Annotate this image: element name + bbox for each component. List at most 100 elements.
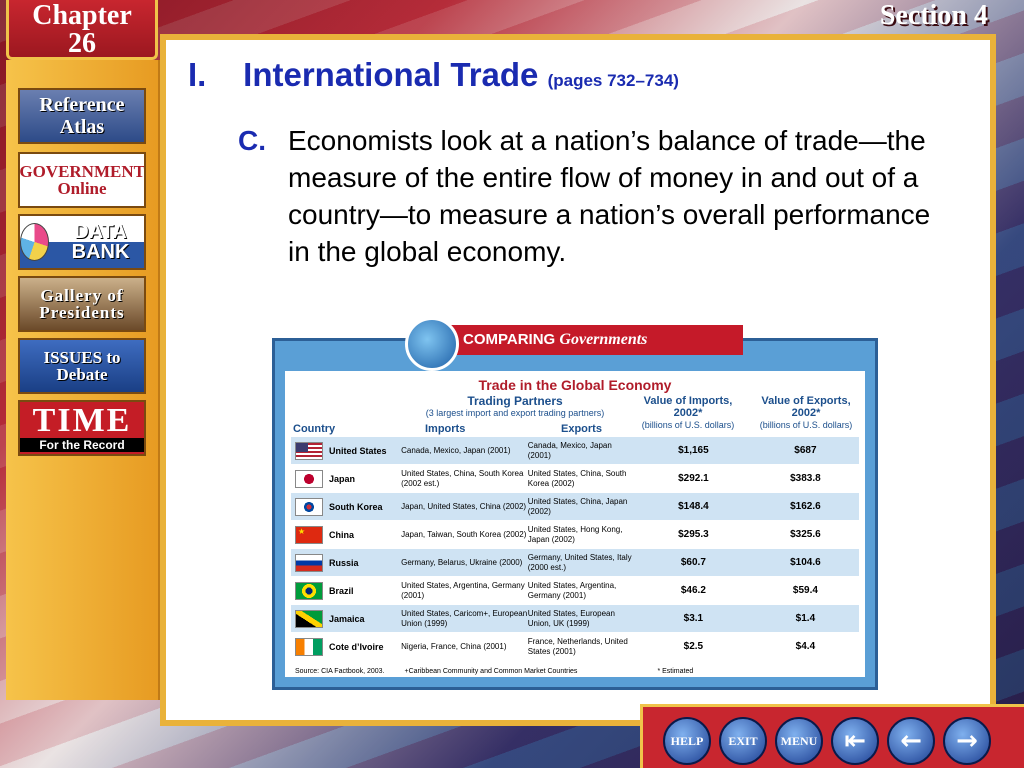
us-flag-icon bbox=[295, 441, 323, 460]
table-row: Russia Germany, Belarus, Ukraine (2000) … bbox=[291, 549, 859, 577]
exports-cell: United States, Hong Kong, Japan (2002) bbox=[527, 524, 623, 544]
first-slide-icon[interactable]: ⇤ bbox=[831, 717, 879, 765]
country-name: Japan bbox=[329, 473, 356, 484]
imports-cell: Japan, United States, China (2002) bbox=[401, 501, 527, 511]
exports-cell: Canada, Mexico, Japan (2001) bbox=[527, 440, 612, 460]
badge-label: COMPARING bbox=[463, 331, 556, 348]
data-bank-button[interactable]: DATA BANK bbox=[18, 214, 146, 270]
chapter-label: Chapter bbox=[32, 0, 132, 31]
value-imports-cell: $3.1 bbox=[683, 613, 704, 624]
caricom-note: +Caribbean Community and Common Market C… bbox=[404, 668, 578, 675]
pie-chart-icon bbox=[20, 223, 50, 261]
imports-cell: United States, Argentina, Germany (2001) bbox=[401, 580, 525, 600]
point-text: Economists look at a nation’s balance of… bbox=[288, 125, 931, 267]
value-exports-cell: $1.4 bbox=[795, 613, 816, 624]
col-value-exports: Value of Exports, 2002* bbox=[761, 395, 851, 419]
issues-to-debate-button[interactable]: ISSUES to Debate bbox=[18, 338, 146, 394]
value-exports-cell: $687 bbox=[794, 445, 817, 456]
trade-table: Trade in the Global Economy Country Trad… bbox=[285, 371, 865, 677]
source-note: Source: CIA Factbook, 2003. bbox=[295, 668, 385, 675]
value-exports-cell: $162.6 bbox=[790, 501, 821, 512]
value-exports-cell: $59.4 bbox=[792, 585, 818, 596]
sidebar-item-label: Gallery of Presidents bbox=[39, 286, 125, 322]
table-row: Brazil United States, Argentina, Germany… bbox=[291, 577, 859, 605]
chapter-number: 26 bbox=[68, 28, 96, 59]
government-online-button[interactable]: GOVERNMENT Online bbox=[18, 152, 146, 208]
imports-cell: Germany, Belarus, Ukraine (2000) bbox=[401, 557, 523, 567]
country-name: Brazil bbox=[329, 585, 354, 596]
navigation-bar: HELP EXIT MENU ⇤ ← → bbox=[640, 704, 1024, 768]
value-exports-cell: $325.6 bbox=[790, 529, 821, 540]
country-name: China bbox=[329, 529, 355, 540]
gallery-of-presidents-button[interactable]: Gallery of Presidents bbox=[18, 276, 146, 332]
value-exports-cell: $383.8 bbox=[790, 473, 821, 484]
trade-table-graphic: COMPARING Governments Trade in the Globa… bbox=[272, 317, 878, 690]
exports-cell: Germany, United States, Italy (2000 est.… bbox=[527, 552, 632, 572]
value-imports-cell: $2.5 bbox=[683, 641, 704, 652]
globe-icon bbox=[405, 317, 459, 371]
badge-banner: COMPARING Governments bbox=[433, 325, 743, 355]
sidebar-item-label: Reference Atlas bbox=[39, 94, 125, 138]
chapter-tab: Chapter 26 bbox=[6, 0, 158, 60]
estimated-note: * Estimated bbox=[657, 668, 694, 675]
col-exports: Exports bbox=[561, 423, 602, 435]
col-value-imports: Value of Imports, 2002* bbox=[643, 395, 733, 419]
imports-cell: Canada, Mexico, Japan (2001) bbox=[401, 445, 511, 455]
point-c: C. Economists look at a nation’s balance… bbox=[238, 122, 938, 270]
col-value-exports-sub: (billions of U.S. dollars) bbox=[759, 420, 853, 430]
table-row: Jamaica United States, Caricom+, Europea… bbox=[291, 605, 859, 633]
value-imports-cell: $1,165 bbox=[678, 445, 709, 456]
value-imports-cell: $46.2 bbox=[680, 585, 706, 596]
sidebar-item-sublabel: For the Record bbox=[20, 438, 144, 452]
exports-cell: France, Netherlands, United States (2001… bbox=[527, 636, 628, 656]
exports-cell: United States, European Union, UK (1999) bbox=[527, 608, 615, 628]
jamaica-flag-icon bbox=[295, 609, 323, 628]
previous-arrow-icon[interactable]: ← bbox=[887, 717, 935, 765]
section-label: Section 4 bbox=[879, 0, 988, 31]
heading-text: International Trade bbox=[243, 56, 539, 93]
country-name: South Korea bbox=[329, 501, 383, 512]
help-button[interactable]: HELP bbox=[663, 717, 711, 765]
china-flag-icon: ★ bbox=[295, 525, 323, 544]
country-name: United States bbox=[329, 445, 387, 456]
table-row: South Korea Japan, United States, China … bbox=[291, 493, 859, 521]
japan-flag-icon bbox=[295, 469, 323, 488]
imports-cell: Japan, Taiwan, South Korea (2002) bbox=[401, 529, 527, 539]
table-row: Cote d’Ivoire Nigeria, France, China (20… bbox=[291, 633, 859, 661]
south-korea-flag-icon bbox=[295, 497, 323, 516]
exit-button[interactable]: EXIT bbox=[719, 717, 767, 765]
col-partners: Trading Partners bbox=[467, 394, 563, 408]
table-row: ★ China Japan, Taiwan, South Korea (2002… bbox=[291, 521, 859, 549]
value-imports-cell: $148.4 bbox=[678, 501, 709, 512]
sidebar: Reference Atlas GOVERNMENT Online DATA B… bbox=[6, 60, 161, 700]
sidebar-item-label: GOVERNMENT Online bbox=[19, 162, 145, 198]
brazil-flag-icon bbox=[295, 581, 323, 600]
cote-divoire-flag-icon bbox=[295, 637, 323, 656]
table-title: Trade in the Global Economy bbox=[478, 377, 672, 393]
table-body: United States Canada, Mexico, Japan (200… bbox=[291, 437, 859, 661]
heading-number: I. bbox=[188, 56, 207, 93]
point-letter: C. bbox=[238, 125, 266, 156]
imports-cell: United States, Caricom+, European Union … bbox=[401, 608, 528, 628]
next-arrow-icon[interactable]: → bbox=[943, 717, 991, 765]
exports-cell: United States, China, Japan (2002) bbox=[527, 496, 628, 516]
country-name: Russia bbox=[329, 557, 359, 568]
value-imports-cell: $295.3 bbox=[678, 529, 709, 540]
value-imports-cell: $292.1 bbox=[678, 473, 709, 484]
badge-italic: Governments bbox=[559, 331, 648, 348]
page-reference: (pages 732–734) bbox=[547, 71, 679, 90]
table-footnotes: Source: CIA Factbook, 2003. +Caribbean C… bbox=[295, 668, 855, 675]
value-exports-cell: $4.4 bbox=[795, 641, 816, 652]
value-imports-cell: $60.7 bbox=[680, 557, 706, 568]
menu-button[interactable]: MENU bbox=[775, 717, 823, 765]
country-name: Jamaica bbox=[329, 613, 365, 624]
russia-flag-icon bbox=[295, 553, 323, 572]
imports-cell: Nigeria, France, China (2001) bbox=[401, 641, 507, 651]
value-exports-cell: $104.6 bbox=[790, 557, 821, 568]
time-for-the-record-button[interactable]: TIME For the Record bbox=[18, 400, 146, 456]
reference-atlas-button[interactable]: Reference Atlas bbox=[18, 88, 146, 144]
exports-cell: United States, Argentina, Germany (2001) bbox=[527, 580, 617, 600]
sidebar-item-label: DATA BANK bbox=[71, 221, 130, 263]
sidebar-item-label: TIME bbox=[32, 402, 132, 439]
col-imports: Imports bbox=[425, 423, 466, 435]
